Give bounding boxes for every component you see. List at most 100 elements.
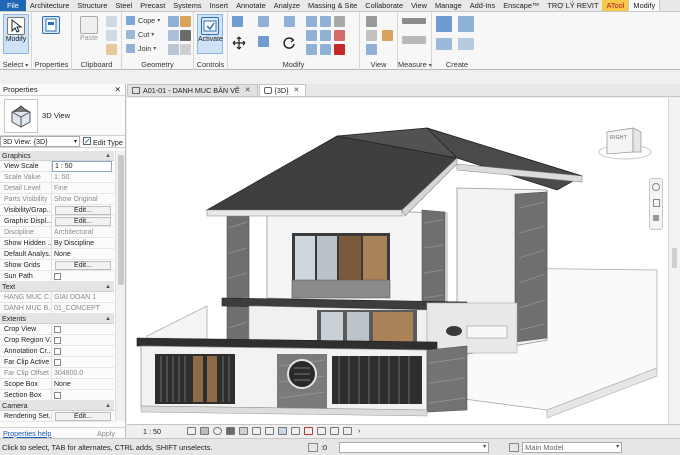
array-icon[interactable]	[320, 30, 331, 41]
scrollbar-thumb[interactable]	[672, 248, 677, 268]
show-crop-icon[interactable]	[265, 427, 274, 435]
close-icon[interactable]: ✕	[115, 84, 125, 95]
activate-button[interactable]: Activate	[197, 14, 223, 54]
unpin-icon[interactable]	[334, 30, 345, 41]
rotate-icon[interactable]	[282, 36, 296, 50]
steering-wheel-icon[interactable]	[652, 183, 660, 191]
property-checkbox[interactable]	[54, 337, 61, 344]
measure-icon[interactable]	[402, 18, 426, 24]
tab-enscape[interactable]: Enscape™	[499, 0, 543, 11]
section-camera[interactable]: Camera ▲	[0, 401, 114, 411]
paint-brush-icon[interactable]	[382, 30, 393, 41]
properties-help-link[interactable]: Properties help	[3, 429, 51, 438]
linework-icon[interactable]	[366, 44, 377, 55]
mirror-pick-axis-icon[interactable]	[284, 16, 295, 27]
zoom-icon[interactable]	[652, 199, 660, 207]
collapse-icon[interactable]: ▲	[105, 282, 114, 291]
unjoin-icon[interactable]	[168, 44, 179, 55]
tab-view[interactable]: View	[407, 0, 431, 11]
3d-house-model[interactable]	[127, 98, 668, 424]
view-scale[interactable]: 1 : 50	[127, 427, 187, 436]
panel-label-select[interactable]: Select ▾	[0, 60, 31, 69]
split-element-icon[interactable]	[320, 16, 331, 27]
wall-joins-icon[interactable]	[168, 16, 179, 27]
lock-view-icon[interactable]	[278, 427, 287, 435]
render-icon[interactable]	[239, 427, 248, 435]
create-assembly-icon[interactable]	[436, 16, 452, 32]
collapse-icon[interactable]: ▲	[105, 401, 114, 410]
property-edit-button[interactable]: Edit...	[55, 217, 111, 226]
create-parts-icon[interactable]	[458, 16, 474, 32]
trim-extend-icon[interactable]	[306, 16, 317, 27]
design-option-select[interactable]: Main Model	[522, 441, 623, 453]
viewcube[interactable]: RIGHT	[597, 122, 653, 162]
worksharing-display-icon[interactable]	[317, 427, 326, 435]
tab-massing-site[interactable]: Massing & Site	[304, 0, 361, 11]
offset-icon[interactable]	[258, 16, 269, 27]
property-edit-button[interactable]: Edit...	[55, 206, 111, 215]
override-graphics-icon[interactable]	[366, 30, 377, 41]
tab-atool[interactable]: ATool	[602, 0, 629, 11]
pin-icon[interactable]	[334, 16, 345, 27]
create-similar-icon[interactable]	[458, 38, 474, 50]
tab-precast[interactable]: Precast	[136, 0, 169, 11]
viewport-scrollbar[interactable]	[668, 98, 680, 424]
cope-button[interactable]: Cope ▾	[126, 14, 160, 26]
instance-filter-select[interactable]: 3D View: {3D}	[0, 136, 80, 147]
visual-style-icon[interactable]	[200, 427, 209, 435]
join-button[interactable]: Join ▾	[126, 42, 156, 54]
properties-button[interactable]	[38, 14, 64, 54]
section-extents[interactable]: Extents ▲	[0, 314, 114, 324]
edit-type-button[interactable]: Edit Type	[83, 136, 123, 147]
demolish-icon[interactable]	[180, 30, 191, 41]
temporary-hide-icon[interactable]	[291, 427, 300, 435]
remove-paint-icon[interactable]	[180, 44, 191, 55]
analytical-model-icon[interactable]	[330, 427, 339, 435]
tab-structure[interactable]: Structure	[73, 0, 111, 11]
split-face-icon[interactable]	[168, 30, 179, 41]
highlight-displacement-icon[interactable]	[343, 427, 352, 435]
tab-file[interactable]: File	[0, 0, 26, 11]
property-checkbox[interactable]	[54, 326, 61, 333]
reveal-hidden-icon[interactable]	[304, 427, 313, 435]
hide-in-view-icon[interactable]	[366, 16, 377, 27]
move-icon[interactable]	[232, 36, 246, 50]
property-edit-button[interactable]: Edit...	[55, 412, 111, 421]
property-value[interactable]: None	[52, 249, 114, 259]
shadows-icon[interactable]	[226, 427, 235, 435]
3d-viewport[interactable]: RIGHT	[127, 98, 668, 424]
tab-steel[interactable]: Steel	[111, 0, 136, 11]
modify-button[interactable]: Modify	[3, 14, 29, 54]
close-tab-icon[interactable]: ✕	[245, 85, 251, 97]
crop-view-icon[interactable]	[252, 427, 261, 435]
property-checkbox[interactable]	[54, 392, 61, 399]
tab-add-ins[interactable]: Add-Ins	[466, 0, 499, 11]
property-checkbox[interactable]	[54, 348, 61, 355]
view-tab-sheet[interactable]: A01-01 - DANH MUC BẢN VẼ ✕	[127, 84, 258, 96]
view-tab-3d[interactable]: {3D} ✕	[258, 84, 307, 96]
property-value[interactable]: None	[52, 379, 114, 389]
delete-icon[interactable]	[334, 44, 345, 55]
tab-analyze[interactable]: Analyze	[270, 0, 304, 11]
design-options-icon[interactable]	[509, 442, 520, 452]
aligned-dimension-icon[interactable]	[402, 36, 426, 44]
tab-insert[interactable]: Insert	[206, 0, 232, 11]
property-input[interactable]: 1 : 50	[52, 161, 112, 172]
property-checkbox[interactable]	[54, 273, 61, 280]
type-selector[interactable]: 3D View	[0, 96, 125, 136]
copy-icon[interactable]	[258, 36, 269, 47]
tab-manage[interactable]: Manage	[431, 0, 466, 11]
nav-menu-icon[interactable]	[653, 215, 659, 221]
property-checkbox[interactable]	[54, 359, 61, 366]
apply-button[interactable]: Apply	[97, 429, 123, 438]
collapse-icon[interactable]: ▲	[105, 314, 114, 323]
tab-collaborate[interactable]: Collaborate	[361, 0, 407, 11]
sun-path-icon[interactable]	[213, 427, 222, 435]
collapse-icon[interactable]: ▲	[105, 151, 114, 160]
tab-modify[interactable]: Modify	[628, 0, 661, 11]
more-arrow-icon[interactable]: ›	[358, 428, 360, 435]
panel-label-measure[interactable]: Measure ▾	[398, 60, 432, 69]
active-workset-select[interactable]	[339, 441, 490, 453]
properties-scrollbar[interactable]	[115, 151, 125, 421]
tab-systems[interactable]: Systems	[169, 0, 205, 11]
